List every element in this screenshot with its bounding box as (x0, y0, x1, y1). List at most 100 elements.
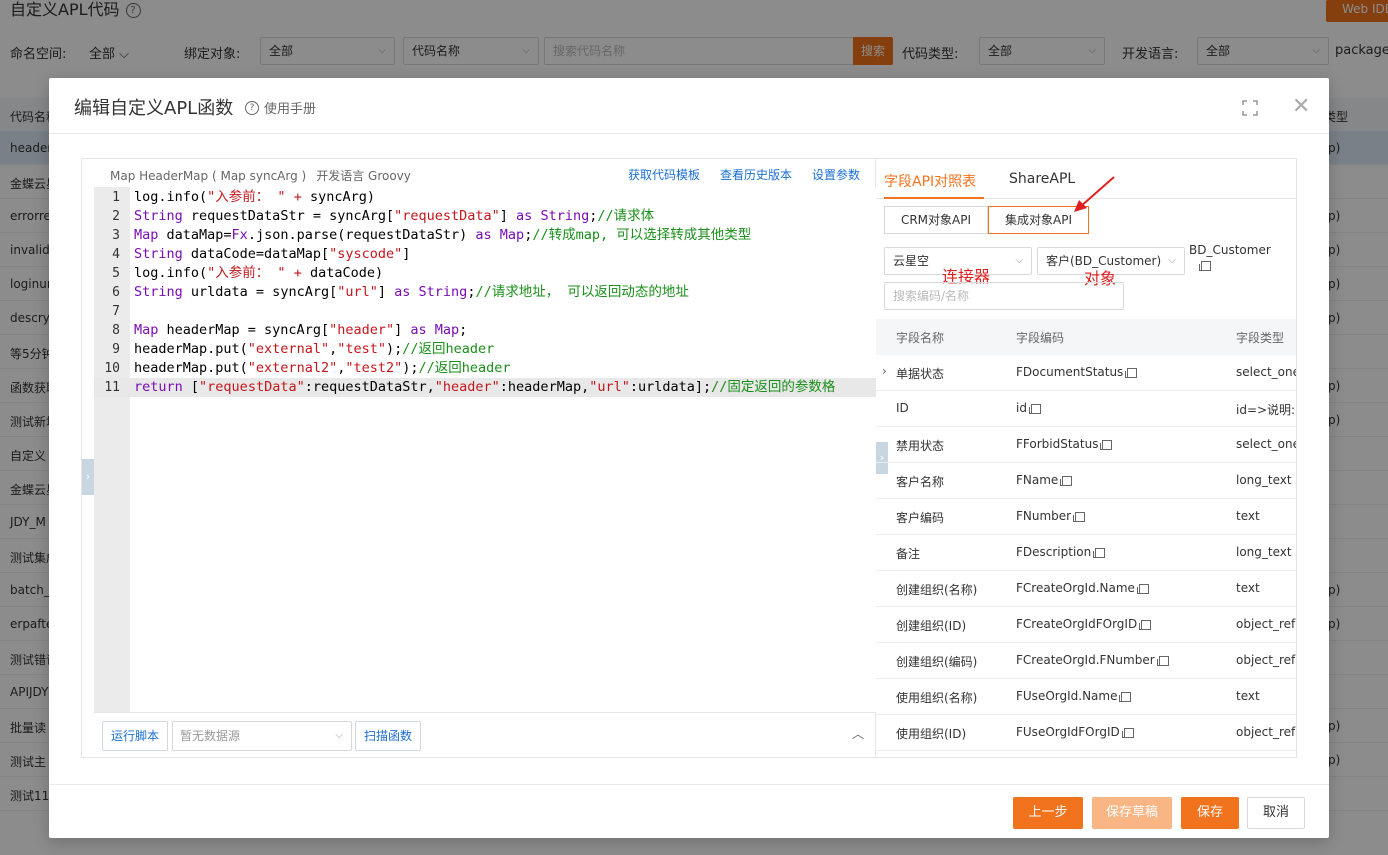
code-line[interactable]: 7 (94, 302, 876, 321)
code-editor[interactable]: 1 log.info("入参前： " + syncArg) 2 String requ… (94, 187, 876, 712)
datasource-select[interactable]: 暂无数据源 ⌵ (172, 721, 352, 751)
field-row[interactable]: 客户名称 FName long_text (876, 463, 1296, 499)
tab-share-apl[interactable]: ShareAPL (1009, 171, 1075, 187)
field-row[interactable]: 创建组织(名称) FCreateOrgId.Name text (876, 571, 1296, 607)
line-number: 10 (104, 361, 120, 376)
field-name: 创建组织(ID) (896, 619, 967, 633)
field-code-cell: FCreateOrgIdFOrgID (1016, 617, 1152, 631)
field-search-input[interactable]: 搜索编码/名称 (884, 282, 1124, 310)
field-type: object_refe (1236, 725, 1296, 739)
field-name: 禁用状态 (896, 439, 945, 453)
code-line[interactable]: 10 headerMap.put("external2","test2");//返… (94, 359, 876, 378)
field-row[interactable]: ID id id=>说明: (876, 391, 1296, 427)
modal-body: Map HeaderMap ( Map syncArg ) 开发语言 Groovy… (81, 158, 1297, 758)
field-type: long_text (1236, 473, 1292, 487)
get-code-template-link[interactable]: 获取代码模板 (628, 166, 700, 183)
code-line[interactable]: 9 headerMap.put("external","test");//返回he… (94, 340, 876, 359)
copy-icon[interactable] (1100, 439, 1113, 450)
field-row[interactable]: 备注 FDescription long_text (876, 535, 1296, 571)
code-text: String dataCode=dataMap["syscode"] (134, 246, 411, 262)
function-signature-area: Map HeaderMap ( Map syncArg ) 开发语言 Groovy (110, 167, 411, 184)
code-line[interactable]: 1 log.info("入参前： " + syncArg) (94, 188, 876, 207)
run-script-button[interactable]: 运行脚本 (102, 721, 168, 751)
copy-icon[interactable] (1139, 619, 1152, 630)
chevron-up-icon[interactable]: ︿ (852, 725, 864, 742)
field-row[interactable]: 创建组织(编码) FCreateOrgId.FNumber object_refe (876, 643, 1296, 679)
code-text: String requestDataStr = syncArg["request… (134, 208, 655, 224)
line-number: 6 (112, 285, 120, 300)
field-code: FNumber (1016, 509, 1072, 523)
field-code: FDocumentStatus (1016, 365, 1124, 379)
copy-icon[interactable] (1119, 691, 1132, 702)
field-type: long_text (1236, 545, 1292, 559)
set-params-link[interactable]: 设置参数 (812, 166, 860, 183)
code-text: Map headerMap = syncArg["header"] as Map… (134, 322, 468, 338)
help-icon: ? (245, 100, 259, 115)
code-line[interactable]: 5 log.info("入参前： " + dataCode) (94, 264, 876, 283)
field-code-cell: FForbidStatus (1016, 437, 1113, 451)
col-field-name: 字段名称 (896, 331, 945, 345)
field-name: 客户编码 (896, 511, 945, 525)
code-text: log.info("入参前： " + syncArg) (134, 189, 375, 205)
copy-icon[interactable] (1199, 261, 1211, 271)
field-name: 创建组织(编码) (896, 655, 978, 669)
fullscreen-icon[interactable] (1242, 100, 1258, 116)
prev-step-button[interactable]: 上一步 (1013, 797, 1083, 829)
copy-icon[interactable] (1156, 655, 1169, 666)
field-type: id=>说明: (1236, 403, 1296, 417)
field-code: FUseOrgIdFOrgID (1016, 725, 1120, 739)
code-text: headerMap.put("external","test");//返回hea… (134, 341, 495, 357)
copy-icon[interactable] (1136, 583, 1149, 594)
field-row[interactable]: › 单据状态 FDocumentStatus select_one (876, 355, 1296, 391)
copy-icon[interactable] (1060, 475, 1073, 486)
copy-icon[interactable] (1073, 511, 1086, 522)
field-type: select_one (1236, 437, 1296, 451)
field-search-placeholder: 搜索编码/名称 (893, 289, 970, 303)
field-code: id (1016, 401, 1027, 415)
code-text: return ["requestData":requestDataStr,"he… (134, 379, 836, 395)
cancel-button[interactable]: 取消 (1247, 797, 1305, 829)
field-code-cell: FUseOrgId.Name (1016, 689, 1132, 703)
col-field-code: 字段编码 (1016, 331, 1065, 345)
field-row[interactable]: 禁用状态 FForbidStatus select_one (876, 427, 1296, 463)
field-code-cell: FCreateOrgId.FNumber (1016, 653, 1169, 667)
field-api-panel: 字段API对照表 ShareAPL CRM对象API 集成对象API 云星空 ⌵ … (876, 159, 1296, 757)
chevron-down-icon: ⌵ (1168, 255, 1176, 266)
code-line[interactable]: 8 Map headerMap = syncArg["header"] as Ma… (94, 321, 876, 340)
code-text: String urldata = syncArg["url"] as Strin… (134, 284, 689, 300)
field-row[interactable]: 客户编码 FNumber text (876, 499, 1296, 535)
close-icon[interactable]: ✕ (1292, 95, 1310, 119)
view-history-link[interactable]: 查看历史版本 (720, 166, 792, 183)
expand-chevron-icon[interactable]: › (882, 364, 887, 378)
code-line[interactable]: 3 Map dataMap=Fx.json.parse(requestDataSt… (94, 226, 876, 245)
copy-icon[interactable] (1093, 547, 1106, 558)
field-code-cell: id (1016, 401, 1041, 415)
copy-icon[interactable] (1121, 727, 1134, 738)
copy-icon[interactable] (1125, 367, 1138, 378)
help-manual-link[interactable]: ? 使用手册 (245, 98, 316, 117)
function-signature: Map HeaderMap ( Map syncArg ) (110, 169, 307, 183)
field-code: FCreateOrgId.FNumber (1016, 653, 1155, 667)
code-line[interactable]: 4 String dataCode=dataMap["syscode"] (94, 245, 876, 264)
field-row[interactable]: 使用组织(名称) FUseOrgId.Name text (876, 679, 1296, 715)
save-button[interactable]: 保存 (1181, 797, 1239, 829)
editor-toolbar: Map HeaderMap ( Map syncArg ) 开发语言 Groovy… (82, 159, 876, 187)
field-code: FCreateOrgId.Name (1016, 581, 1135, 595)
code-editor-panel: Map HeaderMap ( Map syncArg ) 开发语言 Groovy… (82, 159, 876, 757)
field-code-cell: FNumber (1016, 509, 1086, 523)
code-text: log.info("入参前： " + dataCode) (134, 265, 384, 281)
code-line[interactable]: 2 String requestDataStr = syncArg["reques… (94, 207, 876, 226)
code-line[interactable]: 6 String urldata = syncArg["url"] as Stri… (94, 283, 876, 302)
save-draft-button[interactable]: 保存草稿 (1092, 797, 1172, 829)
field-row[interactable]: 创建组织(ID) FCreateOrgIdFOrgID object_refe (876, 607, 1296, 643)
copy-icon[interactable] (1028, 403, 1041, 414)
code-line[interactable]: 11 return ["requestData":requestDataStr,"… (94, 378, 876, 397)
scan-function-button[interactable]: 扫描函数 (355, 721, 421, 751)
tab-field-api[interactable]: 字段API对照表 (884, 171, 976, 191)
crm-object-api-segment[interactable]: CRM对象API (884, 206, 988, 234)
line-number: 5 (112, 266, 120, 281)
left-panel-toggle[interactable]: › (82, 459, 94, 495)
line-number: 2 (112, 209, 120, 224)
field-row[interactable]: 使用组织(ID) FUseOrgIdFOrgID object_refe (876, 715, 1296, 751)
chevron-down-icon: ⌵ (335, 730, 343, 741)
